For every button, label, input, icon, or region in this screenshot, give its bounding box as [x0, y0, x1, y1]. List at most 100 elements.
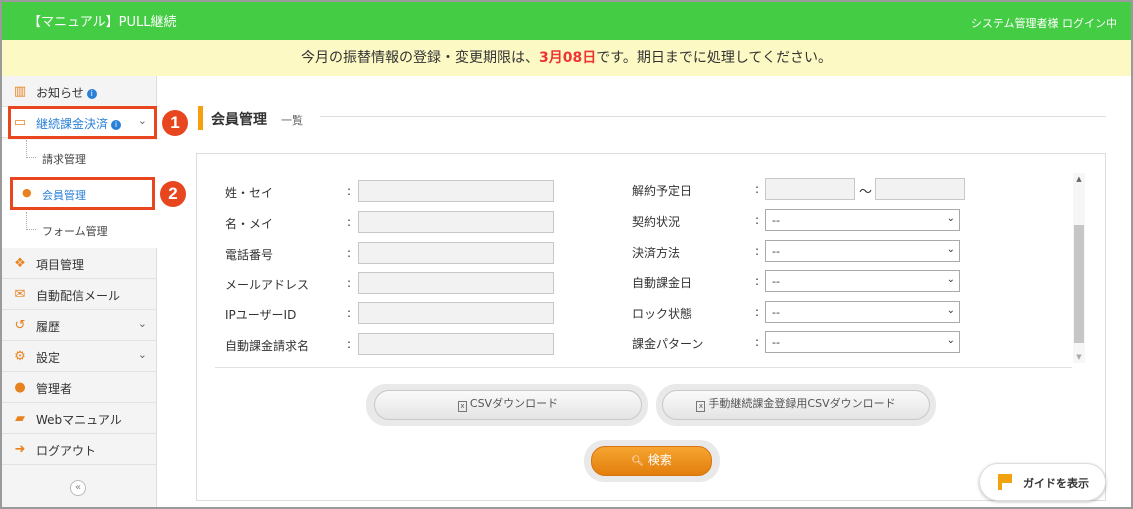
field-colon: :	[347, 246, 352, 260]
scroll-down-icon[interactable]: ▼	[1073, 351, 1085, 363]
notice-suffix: です。期日までに処理してください。	[596, 50, 832, 66]
panel-scrollbar[interactable]: ▲ ▼	[1073, 173, 1085, 363]
file-icon: x	[457, 401, 467, 412]
flag-icon	[998, 474, 1012, 490]
sidebar-item-news[interactable]: ▥ お知らせ i	[2, 76, 157, 107]
sidebar-item-label: 管理者	[36, 382, 73, 396]
field-colon: :	[347, 337, 352, 351]
field-label: メールアドレス	[225, 278, 310, 292]
chevron-down-icon: ⌄	[946, 274, 955, 285]
chevron-down-icon: ⌄	[137, 317, 147, 330]
field-row-kana-first: 名・メイ :	[225, 211, 555, 233]
field-label: 契約状況	[632, 215, 681, 229]
field-label: 自動課金日	[632, 276, 693, 290]
highlight-box-2	[10, 177, 155, 210]
field-colon: :	[755, 213, 760, 227]
first-name-kana-input[interactable]	[358, 211, 554, 233]
search-button[interactable]: 🔍︎ 検索	[591, 446, 712, 476]
scroll-thumb[interactable]	[1074, 225, 1084, 343]
field-label: 姓・セイ	[225, 186, 274, 200]
sidebar-item-web-manual[interactable]: ▰ Webマニュアル	[2, 403, 157, 434]
payment-method-select[interactable]: -- ⌄	[765, 240, 960, 262]
field-colon: :	[755, 335, 760, 349]
field-row-cancel-date: 解約予定日 : ～	[632, 178, 967, 200]
field-label: ロック状態	[632, 307, 693, 321]
sidebar-item-fields[interactable]: ❖ 項目管理	[2, 248, 157, 279]
field-row-auto-billing-day: 自動課金日 : -- ⌄	[632, 270, 967, 292]
sidebar-item-label: お知らせ	[36, 86, 84, 100]
login-status: システム管理者様 ログイン中	[970, 17, 1117, 30]
search-label: 検索	[647, 453, 672, 467]
sidebar-item-history[interactable]: ↺ 履歴 ⌄	[2, 310, 157, 341]
gears-icon: ⚙	[14, 349, 26, 364]
field-row-email: メールアドレス :	[225, 272, 555, 294]
contract-status-select[interactable]: -- ⌄	[765, 209, 960, 231]
field-label: 電話番号	[225, 248, 274, 262]
panel-divider	[215, 367, 1072, 368]
field-label: 自動課金請求名	[225, 339, 310, 353]
csv-download-label: CSVダウンロード	[469, 397, 559, 410]
field-label: 解約予定日	[632, 184, 693, 198]
sidebar-item-settings[interactable]: ⚙ 設定 ⌄	[2, 341, 157, 372]
billing-pattern-select[interactable]: -- ⌄	[765, 331, 960, 353]
field-colon: :	[347, 276, 352, 290]
sidebar-item-admin[interactable]: ● 管理者	[2, 372, 157, 403]
tree-line	[26, 212, 36, 230]
sidebar-item-auto-mail[interactable]: ✉ 自動配信メール	[2, 279, 157, 310]
show-guide-button[interactable]: ガイドを表示	[979, 463, 1106, 501]
lock-status-select[interactable]: -- ⌄	[765, 301, 960, 323]
field-row-kana-last: 姓・セイ :	[225, 180, 555, 202]
csv-download-button[interactable]: x CSVダウンロード	[374, 390, 642, 420]
field-label: 課金パターン	[632, 337, 704, 351]
field-row-phone: 電話番号 :	[225, 242, 555, 264]
app-title: 【マニュアル】PULL継続	[28, 15, 177, 30]
book-icon: ▰	[15, 411, 25, 426]
page-title: 会員管理	[211, 112, 267, 128]
field-row-billing-name: 自動課金請求名 :	[225, 333, 555, 355]
file-icon: x	[696, 401, 706, 412]
sidebar-subitem-forms[interactable]: フォーム管理	[2, 212, 157, 248]
range-separator: ～	[859, 185, 873, 200]
show-guide-label: ガイドを表示	[1023, 477, 1089, 490]
heading-accent-bar	[198, 106, 203, 130]
manual-billing-csv-download-button[interactable]: x 手動継続課金登録用CSVダウンロード	[662, 390, 930, 420]
chevron-down-icon: ⌄	[137, 348, 147, 361]
scroll-up-icon[interactable]: ▲	[1073, 173, 1085, 185]
ip-user-id-input[interactable]	[358, 302, 554, 324]
highlight-box-1	[8, 106, 157, 139]
sidebar-collapse-button[interactable]: «	[70, 480, 86, 496]
billing-name-input[interactable]	[358, 333, 554, 355]
sidebar-item-label: 項目管理	[36, 258, 85, 272]
info-icon: i	[86, 89, 97, 99]
sidebar: ▥ お知らせ i ▭ 継続課金決済 i ⌄ 請求管理 ● 会員管理 フォーム管理 ❖…	[2, 76, 157, 507]
sidebar-item-logout[interactable]: ➜ ログアウト	[2, 434, 157, 465]
sidebar-item-label: 履歴	[36, 320, 61, 334]
auto-billing-day-select[interactable]: -- ⌄	[765, 270, 960, 292]
heading-rule	[320, 116, 1106, 117]
history-icon: ↺	[14, 318, 26, 333]
sidebar-subitem-billing[interactable]: 請求管理	[2, 140, 157, 176]
step-badge-1: 1	[162, 110, 188, 136]
notice-deadline: 3月08日	[539, 50, 597, 66]
field-label: 決済方法	[632, 246, 681, 260]
chevron-down-icon: ⌄	[946, 305, 955, 316]
sidebar-item-label: 自動配信メール	[36, 289, 121, 303]
cancel-date-to-input[interactable]	[875, 178, 965, 200]
field-row-payment-method: 決済方法 : -- ⌄	[632, 240, 967, 262]
email-input[interactable]	[358, 272, 554, 294]
last-name-kana-input[interactable]	[358, 180, 554, 202]
cancel-date-from-input[interactable]	[765, 178, 855, 200]
field-colon: :	[755, 244, 760, 258]
field-colon: :	[347, 184, 352, 198]
cubes-icon: ❖	[14, 256, 26, 271]
phone-input[interactable]	[358, 242, 554, 264]
field-row-ip-user-id: IPユーザーID :	[225, 302, 555, 324]
field-row-contract-status: 契約状況 : -- ⌄	[632, 209, 967, 231]
page-subtitle: 一覧	[281, 114, 303, 127]
search-icon: 🔍︎	[631, 456, 644, 467]
user-icon: ●	[14, 380, 26, 395]
sidebar-item-label: ログアウト	[36, 444, 97, 458]
bar-chart-icon: ▥	[13, 84, 27, 99]
field-row-lock-status: ロック状態 : -- ⌄	[632, 301, 967, 323]
manual-csv-download-label: 手動継続課金登録用CSVダウンロード	[708, 397, 896, 410]
